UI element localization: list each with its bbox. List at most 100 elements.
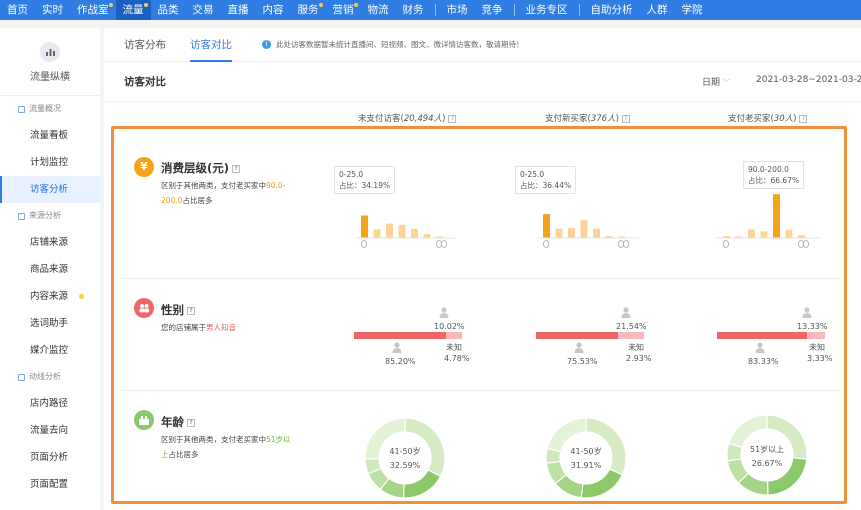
- bar[interactable]: [773, 194, 780, 238]
- consumption-tooltip: 90.0-200.0 占比：66.67%: [743, 161, 805, 189]
- nav-item[interactable]: 直播: [221, 0, 256, 20]
- desc-text: 占比居多: [182, 196, 213, 205]
- tab-visitor-distribution[interactable]: 访客分布: [124, 28, 166, 62]
- sidebar-item[interactable]: 访客分析: [0, 176, 100, 203]
- donut-segment[interactable]: [402, 469, 442, 499]
- help-icon[interactable]: ?: [187, 306, 195, 315]
- tooltip-range: 0-25.0: [520, 170, 545, 179]
- bar[interactable]: [398, 224, 406, 238]
- bar[interactable]: [386, 223, 393, 238]
- nav-item[interactable]: 自助分析: [584, 0, 640, 20]
- coin-icon: [723, 240, 729, 248]
- folder-icon: [18, 373, 25, 381]
- coins-stack-icon: [436, 240, 448, 248]
- sidebar-item[interactable]: 流量去向: [0, 417, 100, 444]
- help-icon[interactable]: ?: [621, 114, 630, 123]
- nav-item[interactable]: 流量: [115, 0, 151, 20]
- nav-item[interactable]: 竞争: [475, 0, 510, 20]
- sidebar-item[interactable]: 店内路径: [0, 390, 100, 417]
- help-icon[interactable]: ?: [232, 164, 241, 173]
- gender-bar[interactable]: [536, 332, 644, 339]
- nav-item[interactable]: 实时: [35, 0, 70, 20]
- bar[interactable]: [411, 228, 418, 238]
- nav-item[interactable]: 服务: [291, 0, 326, 20]
- date-label: 日期: [702, 78, 721, 88]
- age-icon: [134, 410, 154, 430]
- help-icon[interactable]: ?: [187, 418, 195, 427]
- sidebar-item[interactable]: 计划监控: [0, 149, 100, 176]
- bar[interactable]: [593, 228, 600, 238]
- bar[interactable]: [423, 234, 431, 238]
- unknown-ratio: 3.33%: [807, 354, 833, 363]
- sidebar-item[interactable]: 店铺来源: [0, 229, 100, 256]
- sidebar-item[interactable]: 商品来源: [0, 256, 100, 283]
- male-ratio: 83.33%: [748, 357, 779, 366]
- sidebar-item-label: 流量看板: [30, 130, 69, 141]
- nav-item[interactable]: 品类: [151, 0, 186, 20]
- nav-badge-dot: [353, 3, 358, 7]
- bar[interactable]: [785, 230, 793, 238]
- donut-value: 32.59%: [389, 461, 421, 470]
- bar[interactable]: [361, 215, 368, 238]
- col-count: 30人: [773, 114, 794, 124]
- bar[interactable]: [555, 228, 563, 238]
- donut-category: 51岁以上: [749, 445, 785, 454]
- bar[interactable]: [543, 214, 550, 238]
- sidebar-brand[interactable]: 流量纵横: [0, 28, 100, 96]
- section-header: 访客对比 日期 ﹀ 2021-03-28~2021-03-28: [104, 62, 861, 102]
- help-icon[interactable]: ?: [799, 114, 808, 123]
- sidebar-item-label: 店铺来源: [30, 237, 69, 248]
- gender-bar[interactable]: [354, 332, 462, 339]
- nav-badge-dot: [318, 3, 323, 7]
- sidebar-item[interactable]: 选词助手: [0, 310, 100, 337]
- desc-text: 区别于其他两类，支付老买家中: [161, 181, 266, 190]
- date-range: 2021-03-28~2021-03-28: [756, 75, 861, 85]
- sidebar-item[interactable]: 页面分析: [0, 444, 100, 471]
- gender-icon: [134, 298, 154, 318]
- desc-text: 您的店铺属于: [161, 323, 206, 332]
- gender-bar-male: [536, 332, 618, 339]
- nav-item[interactable]: 首页: [0, 0, 35, 20]
- col-suffix: ): [442, 114, 446, 124]
- gender-title: 性别?: [161, 302, 195, 318]
- nav-item[interactable]: 作战室: [70, 0, 116, 20]
- bar[interactable]: [373, 229, 381, 238]
- age-donut-label: 41-50岁 32.59%: [375, 445, 435, 473]
- gender-bar-male: [717, 332, 807, 339]
- desc-highlight: 男人知音: [206, 323, 236, 332]
- consumption-desc: 区别于其他两类，支付老买家中90.0-200.0占比居多: [161, 178, 291, 208]
- sidebar-item[interactable]: 媒介监控: [0, 337, 100, 364]
- sidebar-menu: 流量概况 流量看板 计划监控 访客分析 来源分析 店铺来源 商品来源 内容来源 选词助手 媒介监控…: [0, 96, 100, 498]
- sidebar-item[interactable]: 内容来源: [0, 283, 100, 310]
- nav-item[interactable]: 内容: [256, 0, 291, 20]
- help-icon[interactable]: ?: [448, 114, 457, 123]
- gender-bar[interactable]: [717, 332, 825, 339]
- nav-badge-dot: [143, 3, 148, 7]
- nav-item[interactable]: 交易: [186, 0, 221, 20]
- sidebar-item[interactable]: 页面配置: [0, 471, 100, 498]
- nav-item[interactable]: 物流: [361, 0, 396, 20]
- bar[interactable]: [748, 229, 755, 238]
- bar[interactable]: [580, 220, 588, 238]
- nav-item[interactable]: 财务: [396, 0, 431, 20]
- folder-icon: [18, 105, 25, 113]
- tooltip-ratio: 占比：34.19%: [339, 181, 391, 190]
- bar[interactable]: [568, 228, 575, 238]
- date-selector[interactable]: 日期 ﹀: [702, 75, 730, 88]
- tab-visitor-compare[interactable]: 访客对比: [190, 28, 232, 62]
- chevron-down-icon: ﹀: [723, 79, 731, 87]
- donut-value: 31.91%: [570, 461, 602, 470]
- nav-item[interactable]: 学院: [675, 0, 710, 20]
- sidebar-item[interactable]: 流量看板: [0, 122, 100, 149]
- tooltip-ratio: 占比：36.44%: [520, 181, 572, 190]
- nav-item[interactable]: 业务专区: [519, 0, 575, 20]
- col-suffix: ): [793, 114, 797, 124]
- col-count: 20,494人: [403, 114, 443, 124]
- sidebar-group-label: 来源分析: [29, 211, 61, 220]
- bar[interactable]: [760, 231, 768, 238]
- nav-item[interactable]: 营销: [326, 0, 361, 20]
- top-nav: 首页 实时 作战室 流量 品类 交易 直播 内容 服务 营销 物流 财务 市场 竞争 业务专区 自助分析 人群学…: [0, 0, 861, 20]
- nav-item[interactable]: 人群: [640, 0, 675, 20]
- nav-item[interactable]: 市场: [440, 0, 475, 20]
- donut-segment[interactable]: [580, 468, 624, 499]
